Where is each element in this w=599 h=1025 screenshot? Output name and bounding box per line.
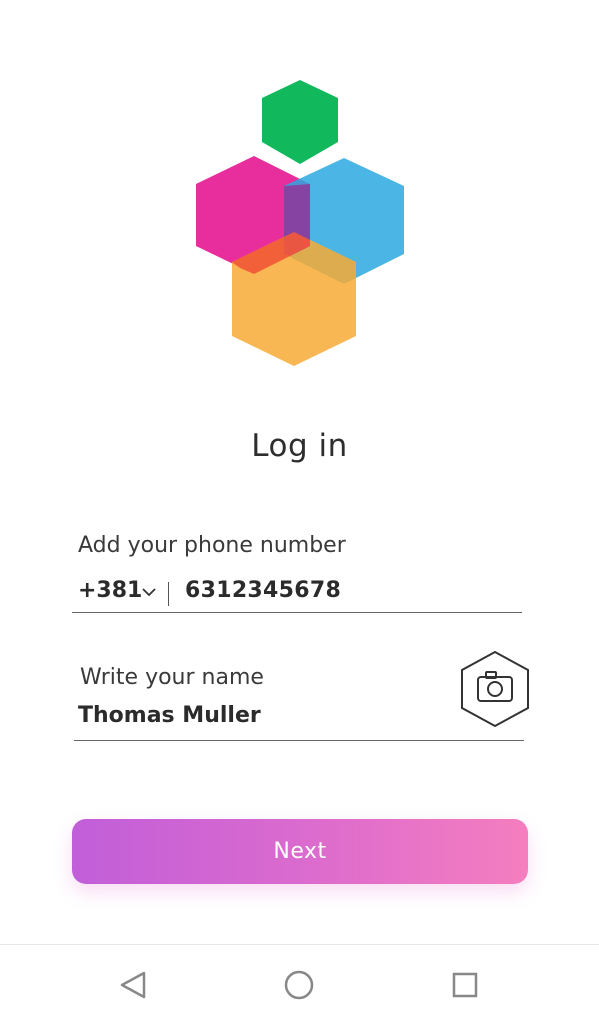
- phone-input-row[interactable]: +381 6312345678: [78, 578, 522, 610]
- home-circle-icon[interactable]: [281, 967, 317, 1003]
- phone-underline: [72, 612, 522, 613]
- name-input[interactable]: Thomas Muller: [78, 703, 261, 728]
- chevron-down-icon[interactable]: [142, 587, 156, 597]
- recent-square-icon[interactable]: [447, 967, 483, 1003]
- country-code-select[interactable]: +381: [78, 578, 142, 603]
- logo-hex-green: [262, 80, 338, 164]
- page-title: Log in: [251, 428, 348, 464]
- phone-number-input[interactable]: 6312345678: [185, 578, 341, 603]
- name-label: Write your name: [80, 665, 264, 690]
- phone-label: Add your phone number: [78, 533, 346, 558]
- system-nav-bar: [0, 944, 599, 1025]
- back-triangle-icon[interactable]: [116, 967, 152, 1003]
- next-button[interactable]: Next: [72, 819, 528, 884]
- country-code-divider: [168, 582, 169, 606]
- app-logo-icon: [196, 80, 404, 366]
- camera-icon[interactable]: [458, 650, 532, 728]
- name-underline: [74, 740, 524, 741]
